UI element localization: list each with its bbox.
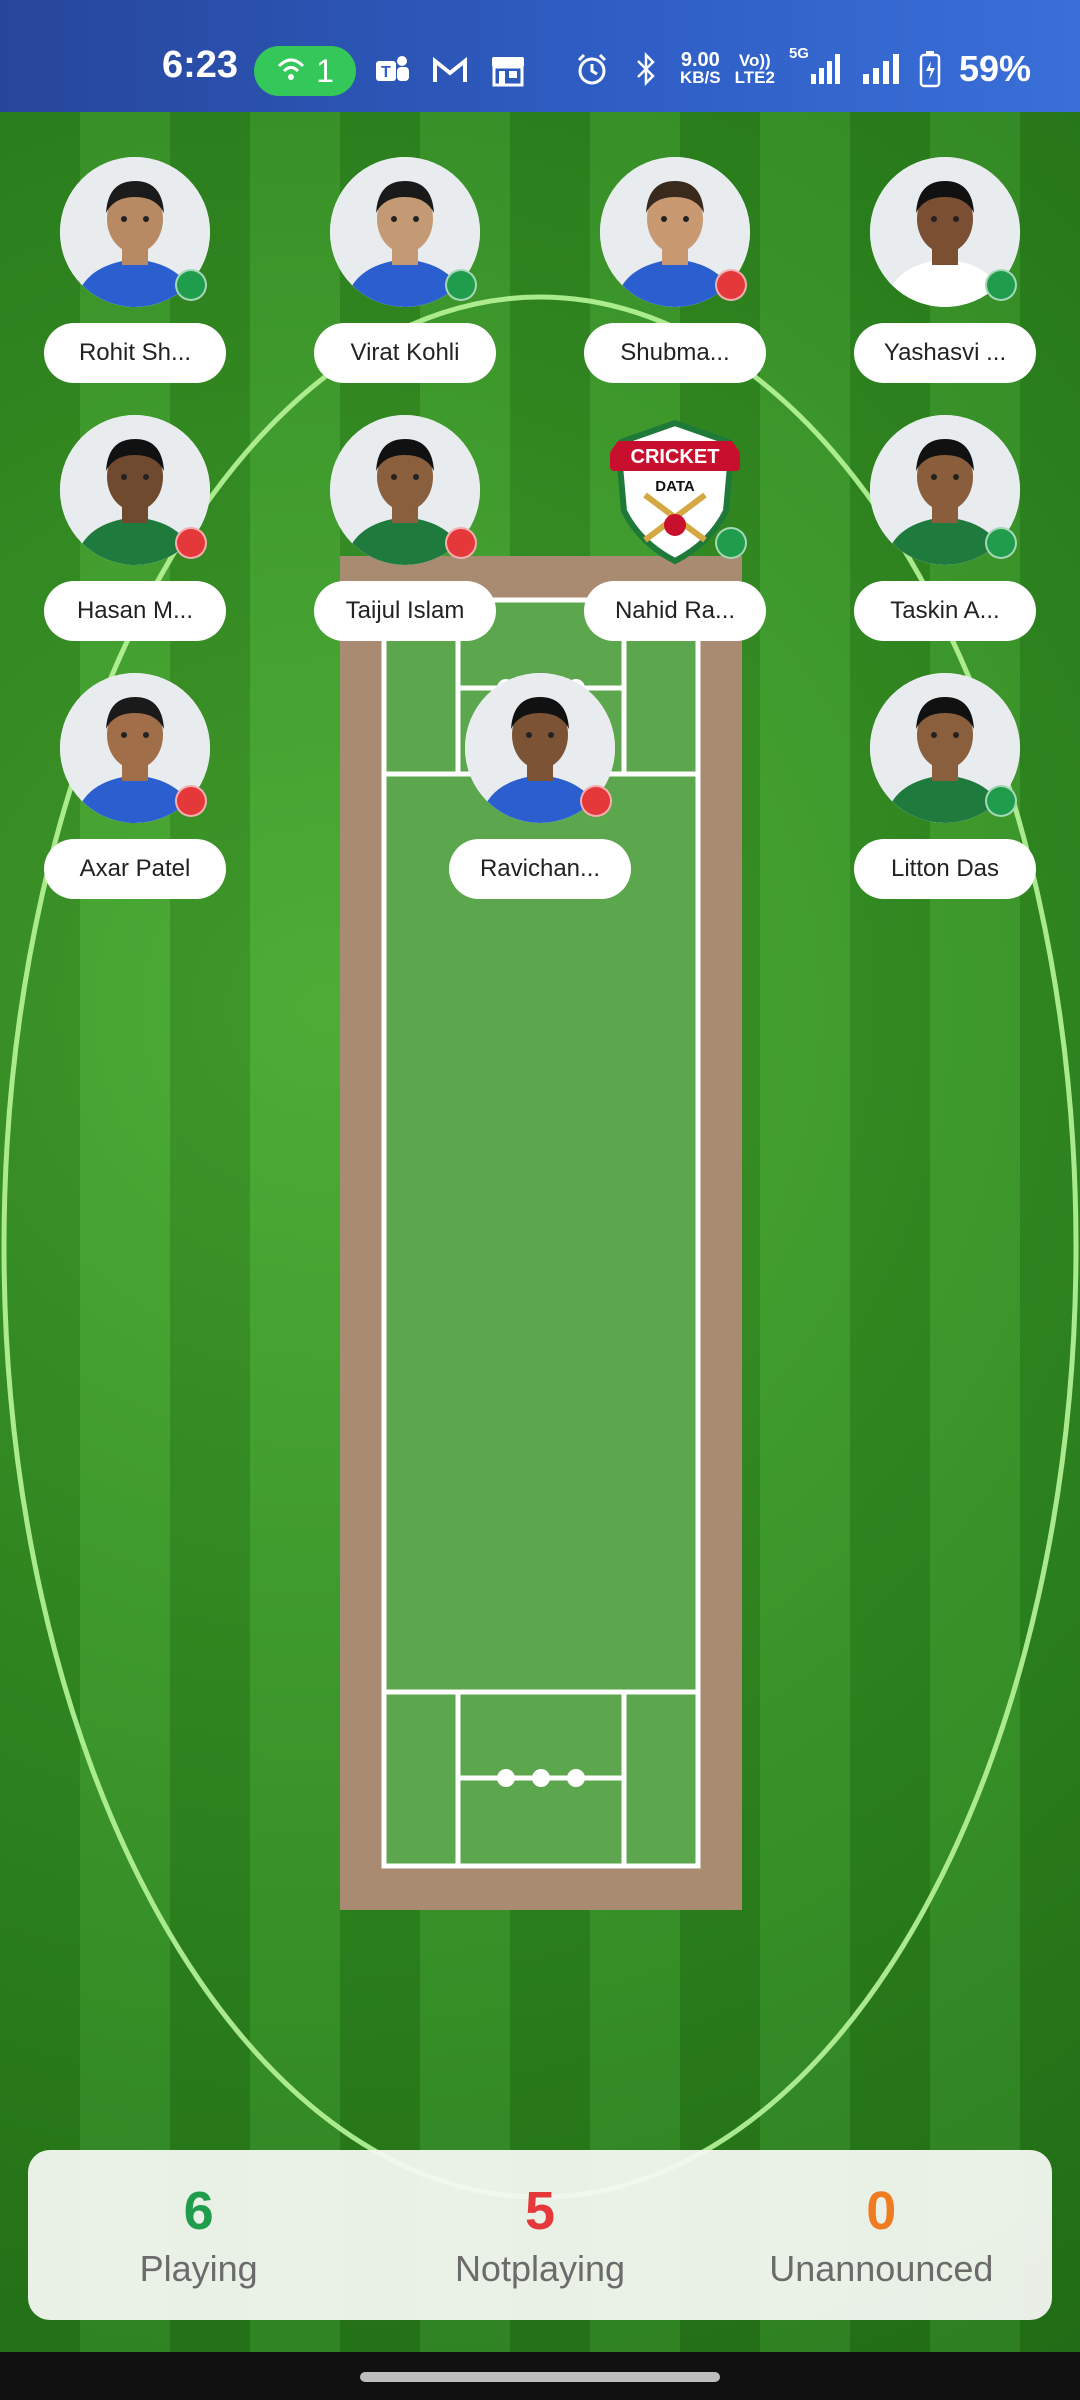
player-name-chip: Nahid Ra... <box>584 581 766 641</box>
notplaying-status-dot <box>175 785 207 817</box>
store-icon <box>488 50 528 90</box>
player-name-chip: Rohit Sh... <box>44 323 226 383</box>
notplaying-count: 5 <box>524 2181 556 2241</box>
player-name-chip: Yashasvi ... <box>854 323 1036 383</box>
gmail-icon <box>430 50 470 90</box>
notplaying-status-dot <box>445 527 477 559</box>
playing-status-dot <box>985 527 1017 559</box>
player-card[interactable]: Taskin A... <box>854 415 1036 643</box>
home-gesture-handle[interactable] <box>360 2372 720 2382</box>
battery-icon <box>919 49 941 89</box>
player-name-chip: Axar Patel <box>44 839 226 899</box>
notplaying-status-dot <box>175 527 207 559</box>
playing-label: Playing <box>139 2248 258 2289</box>
unannounced-count: 0 <box>866 2181 897 2241</box>
teams-icon: T <box>372 50 412 90</box>
player-card[interactable]: Virat Kohli <box>314 157 496 385</box>
player-card[interactable]: Shubma... <box>584 157 766 385</box>
player-card[interactable]: Taijul Islam <box>314 415 496 643</box>
battery-percent: 59% <box>958 48 1031 89</box>
playing-status-dot <box>715 527 747 559</box>
status-bar: 6:23 1 T 9.00 KB/S Vo)) LTE2 5G 59% <box>0 0 1080 112</box>
alarm-icon <box>572 49 612 89</box>
player-name-chip: Hasan M... <box>44 581 226 641</box>
hotspot-icon <box>276 53 306 90</box>
player-card[interactable]: CRICKET DATA Nahid Ra... <box>584 415 766 643</box>
notplaying-status-dot <box>580 785 612 817</box>
bluetooth-icon <box>626 49 666 89</box>
player-card[interactable]: Yashasvi ... <box>854 157 1036 385</box>
player-card[interactable]: Hasan M... <box>44 415 226 643</box>
signal-icon <box>859 49 905 89</box>
playing-count: 6 <box>183 2181 214 2241</box>
playing-status-dot <box>175 269 207 301</box>
playing-status-dot <box>985 785 1017 817</box>
player-name-chip: Ravichan... <box>449 839 631 899</box>
player-card[interactable]: Ravichan... <box>449 673 631 901</box>
status-time: 6:23 <box>162 44 239 86</box>
summary-card: 6 Playing 5 Notplaying 0 Unannounced <box>28 2150 1052 2320</box>
player-name-chip: Taijul Islam <box>314 581 496 641</box>
volte-indicator: Vo)) LTE2 <box>734 51 775 87</box>
playing-status-dot <box>985 269 1017 301</box>
player-name-chip: Taskin A... <box>854 581 1036 641</box>
playing-status-dot <box>445 269 477 301</box>
network-speed: 9.00 KB/S <box>680 49 721 87</box>
player-name-chip: Virat Kohli <box>314 323 496 383</box>
hotspot-count: 1 <box>316 52 334 89</box>
notplaying-label: Notplaying <box>454 2248 626 2289</box>
notplaying-status-dot <box>715 269 747 301</box>
player-card[interactable]: Rohit Sh... <box>44 157 226 385</box>
signal-5g-icon: 5G <box>789 45 845 89</box>
playing-summary[interactable]: 6 Playing <box>28 2150 369 2320</box>
player-name-chip: Litton Das <box>854 839 1036 899</box>
unannounced-summary[interactable]: 0 Unannounced <box>711 2150 1052 2320</box>
player-name-chip: Shubma... <box>584 323 766 383</box>
svg-text:T: T <box>381 64 391 81</box>
navigation-bar <box>0 2352 1080 2400</box>
logo-text-cricket: CRICKET <box>631 446 720 468</box>
logo-text-data: DATA <box>655 478 695 495</box>
player-card[interactable]: Litton Das <box>854 673 1036 901</box>
notplaying-summary[interactable]: 5 Notplaying <box>369 2150 710 2320</box>
hotspot-pill[interactable]: 1 <box>254 46 356 96</box>
unannounced-label: Unannounced <box>769 2248 994 2289</box>
player-card[interactable]: Axar Patel <box>44 673 226 901</box>
